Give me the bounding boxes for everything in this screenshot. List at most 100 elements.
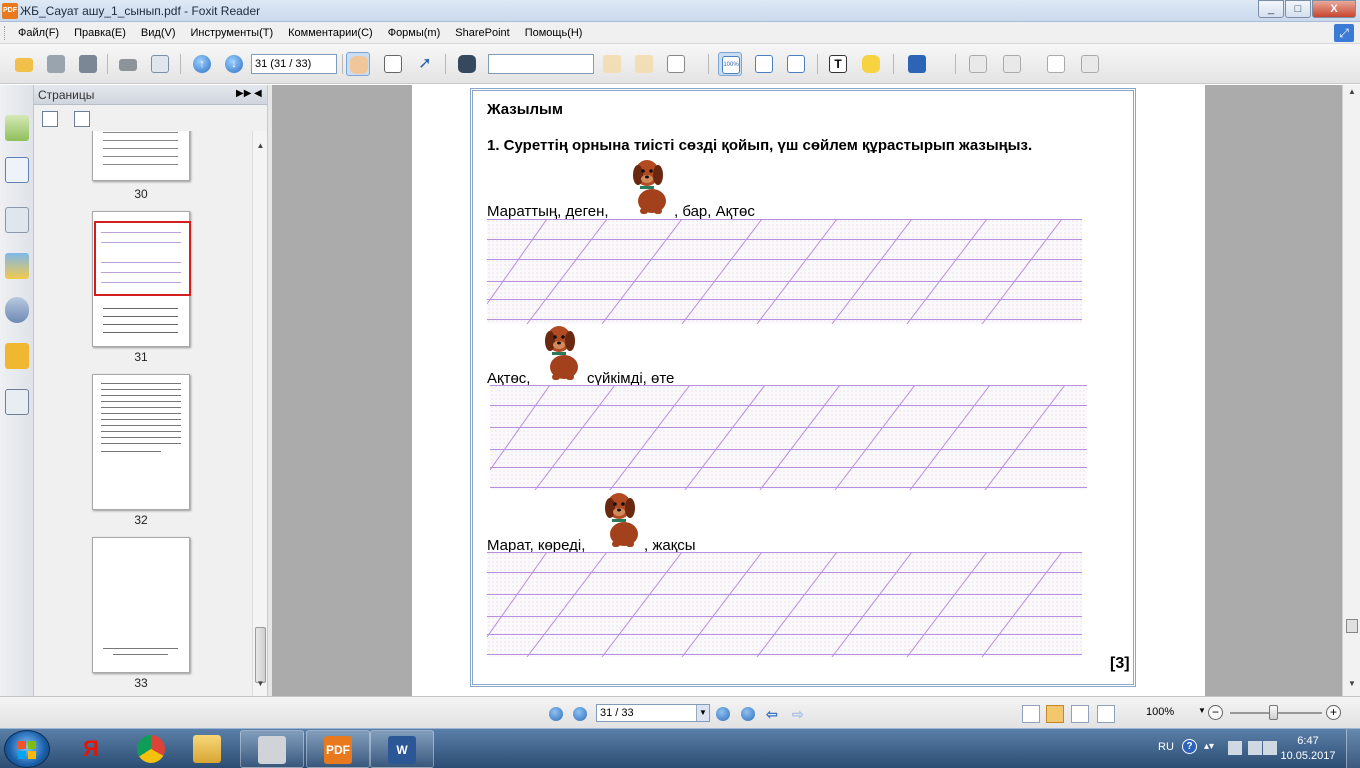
menu-file[interactable]: Файл(F) <box>18 27 59 39</box>
expand-icon[interactable]: ⤢ <box>1334 24 1354 42</box>
attachments-icon[interactable] <box>5 297 29 323</box>
actual-size-icon[interactable]: 100% <box>718 52 742 76</box>
first-page-icon[interactable] <box>549 707 563 721</box>
pdf-pages-icon[interactable] <box>1078 52 1102 76</box>
tray-expand-icon[interactable]: ▴▾ <box>1204 741 1218 755</box>
thumbnail-page-30[interactable] <box>92 131 190 181</box>
zoom-in-button[interactable]: + <box>1326 705 1341 720</box>
typewriter-icon[interactable]: T <box>826 52 850 76</box>
show-desktop-button[interactable] <box>1346 729 1360 768</box>
taskbar-yandex[interactable]: Я <box>60 730 124 768</box>
search-options-icon[interactable] <box>664 52 688 76</box>
layers-icon[interactable] <box>5 207 29 233</box>
comments-icon[interactable] <box>5 253 29 279</box>
title-bar: PDF ЖБ_Сауат ашу_1_сынып.pdf - Foxit Rea… <box>0 0 1360 22</box>
zoom-dropdown-icon[interactable]: ▼ <box>1198 706 1206 715</box>
zoom-in-thumbnail-icon[interactable] <box>42 111 58 127</box>
save-icon[interactable] <box>44 52 68 76</box>
zoom-level[interactable]: 100% <box>1146 706 1174 718</box>
chevron-down-icon[interactable]: ▼ <box>696 705 709 721</box>
zoom-slider-knob[interactable] <box>1269 705 1278 720</box>
scroll-down-arrow-icon[interactable]: ▼ <box>253 679 268 694</box>
puppy-picture-icon <box>633 160 666 214</box>
find-next-icon[interactable] <box>632 52 656 76</box>
clock[interactable]: 6:47 10.05.2017 <box>1278 734 1338 764</box>
export-pdf-icon[interactable] <box>1044 52 1068 76</box>
start-button[interactable] <box>4 730 50 768</box>
convert-pdf-icon[interactable] <box>1000 52 1024 76</box>
search-input[interactable] <box>488 54 594 74</box>
maximize-button[interactable]: □ <box>1285 0 1311 18</box>
menu-forms[interactable]: Формы(m) <box>388 27 441 39</box>
puppy-picture-icon <box>605 493 638 547</box>
continuous-facing-view-icon[interactable] <box>1097 705 1115 723</box>
link-tool-icon[interactable] <box>905 52 929 76</box>
help-icon[interactable]: ? <box>1182 739 1197 754</box>
previous-page-icon[interactable] <box>573 707 587 721</box>
document-scroll-thumb[interactable] <box>1346 619 1358 633</box>
volume-icon[interactable] <box>1263 741 1277 755</box>
print-icon[interactable] <box>116 52 140 76</box>
save-as-icon[interactable] <box>76 52 100 76</box>
fit-width-icon[interactable] <box>784 52 808 76</box>
menu-sharepoint[interactable]: SharePoint <box>455 27 509 39</box>
scroll-down-arrow-icon[interactable]: ▼ <box>1345 679 1359 693</box>
panel-collapse-button[interactable]: ◀ <box>254 88 262 99</box>
taskbar-chrome[interactable] <box>120 730 184 768</box>
find-previous-icon[interactable] <box>600 52 624 76</box>
network-icon[interactable] <box>1248 741 1262 755</box>
continuous-view-icon[interactable] <box>1046 705 1064 723</box>
thumbnail-page-31[interactable] <box>92 211 191 347</box>
taskbar-printer[interactable] <box>240 730 304 768</box>
thumbnail-label-33: 33 <box>134 676 148 690</box>
binoculars-icon[interactable] <box>455 52 479 76</box>
pages-icon[interactable] <box>5 157 29 183</box>
zoom-out-thumbnail-icon[interactable] <box>74 111 90 127</box>
scroll-up-arrow-icon[interactable]: ▲ <box>253 141 268 156</box>
menu-view[interactable]: Вид(V) <box>141 27 176 39</box>
flag-icon[interactable] <box>1228 741 1242 755</box>
score-label: [3] <box>1110 655 1130 672</box>
document-scrollbar[interactable]: ▲ ▼ <box>1342 85 1360 696</box>
previous-page-icon[interactable]: ↑ <box>190 52 214 76</box>
menu-help[interactable]: Помощь(H) <box>525 27 583 39</box>
select-arrow-icon[interactable]: ➚ <box>413 52 437 76</box>
select-text-icon[interactable] <box>381 52 405 76</box>
taskbar-foxit-reader[interactable]: PDF <box>306 730 370 768</box>
fit-page-icon[interactable] <box>752 52 776 76</box>
thumbnail-scroll-thumb[interactable] <box>255 627 266 683</box>
menu-edit[interactable]: Правка(E) <box>74 27 126 39</box>
next-page-icon[interactable] <box>716 707 730 721</box>
thumbnail-page-32[interactable] <box>92 374 190 510</box>
security-icon[interactable] <box>5 343 29 369</box>
scroll-up-arrow-icon[interactable]: ▲ <box>1345 87 1359 101</box>
forward-arrow-icon[interactable]: ⇨ <box>792 706 804 723</box>
signatures-icon[interactable] <box>5 389 29 415</box>
bookmarks-icon[interactable] <box>5 115 29 141</box>
foxit-app-icon[interactable]: PDF <box>2 3 18 19</box>
panel-expand-button[interactable]: ▶▶ <box>236 88 251 99</box>
facing-view-icon[interactable] <box>1071 705 1089 723</box>
taskbar-word[interactable]: W <box>370 730 434 768</box>
note-comment-icon[interactable] <box>859 52 883 76</box>
hand-tool-icon[interactable] <box>346 52 370 76</box>
menu-comments[interactable]: Комментарии(C) <box>288 27 373 39</box>
thumbnail-page-33[interactable] <box>92 537 190 673</box>
create-pdf-icon[interactable] <box>966 52 990 76</box>
minimize-button[interactable]: _ <box>1258 0 1284 18</box>
language-indicator[interactable]: RU <box>1158 741 1174 753</box>
open-folder-icon[interactable] <box>12 52 36 76</box>
zoom-out-button[interactable]: − <box>1208 705 1223 720</box>
taskbar-explorer[interactable] <box>176 730 240 768</box>
page-number-field[interactable]: 31 (31 / 33) <box>251 54 337 74</box>
close-button[interactable]: X <box>1312 0 1356 18</box>
page-selector[interactable]: 31 / 33 ▼ <box>596 704 710 722</box>
last-page-icon[interactable] <box>741 707 755 721</box>
back-arrow-icon[interactable]: ⇦ <box>766 706 778 723</box>
menu-tools[interactable]: Инструменты(T) <box>191 27 274 39</box>
single-page-view-icon[interactable] <box>1022 705 1040 723</box>
thumbnail-scrollbar[interactable]: ▲ ▼ <box>252 131 267 696</box>
email-icon[interactable] <box>148 52 172 76</box>
next-page-icon[interactable]: ↓ <box>222 52 246 76</box>
windows-logo-icon <box>18 741 36 759</box>
